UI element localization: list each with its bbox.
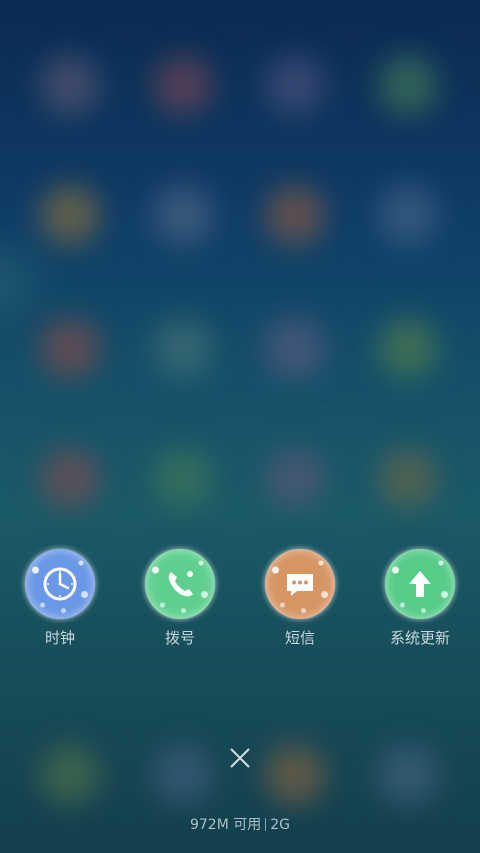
dialer-app-icon[interactable] <box>145 549 215 619</box>
recent-app-clock[interactable]: 时钟 <box>0 549 120 647</box>
recent-apps-screen: 时钟 拨号 短信 系统更新 972M 可用 2G <box>0 0 480 853</box>
message-icon <box>287 574 313 596</box>
recent-app-label-messages: 短信 <box>284 629 315 647</box>
memory-divider <box>265 818 267 831</box>
recent-app-messages[interactable]: 短信 <box>240 549 360 647</box>
memory-total: 2G <box>270 817 291 833</box>
clock-app-icon[interactable] <box>25 549 95 619</box>
recent-app-dialer[interactable]: 拨号 <box>120 549 240 647</box>
recent-apps-row: 时钟 拨号 短信 系统更新 <box>0 549 480 659</box>
recent-app-label-dialer: 拨号 <box>164 629 195 647</box>
recent-app-label-system-update: 系统更新 <box>389 629 450 647</box>
recent-app-system-update[interactable]: 系统更新 <box>360 549 480 647</box>
recent-app-label-clock: 时钟 <box>44 629 75 647</box>
clear-all-button[interactable] <box>224 742 256 774</box>
system-update-app-icon[interactable] <box>385 549 455 619</box>
messages-app-icon[interactable] <box>265 549 335 619</box>
blurred-home-background <box>0 0 480 853</box>
clock-icon <box>43 567 77 601</box>
memory-available: 972M 可用 <box>189 817 262 833</box>
update-arrow-icon <box>409 571 431 597</box>
phone-icon <box>168 571 193 597</box>
memory-status: 972M 可用 2G <box>0 815 480 835</box>
close-icon <box>230 748 250 768</box>
